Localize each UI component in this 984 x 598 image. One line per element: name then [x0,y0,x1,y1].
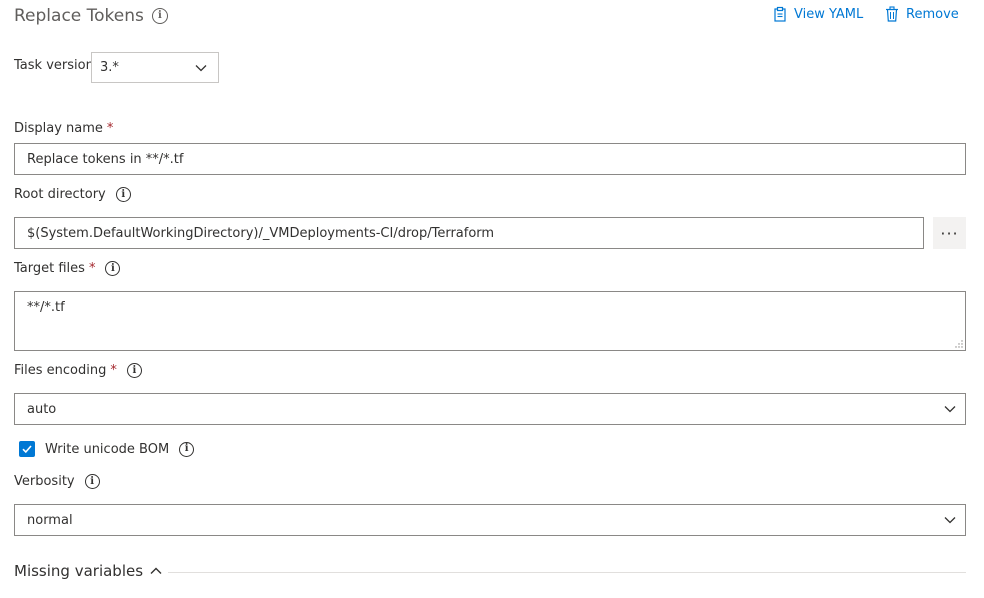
view-yaml-button[interactable]: View YAML [772,6,863,22]
remove-label: Remove [906,6,959,22]
task-title: Replace Tokens [14,6,144,26]
target-files-textarea[interactable]: **/*.tf [14,291,966,351]
section-divider [168,572,966,573]
display-name-value: Replace tokens in **/*.tf [27,151,184,167]
task-version-label: Task version [14,58,94,73]
required-marker: * [88,261,96,276]
display-name-input[interactable]: Replace tokens in **/*.tf [14,143,966,175]
task-version-value: 3.* [100,60,119,75]
info-icon[interactable]: i [105,261,121,276]
info-icon[interactable]: i [179,441,195,457]
write-bom-label: Write unicode BOM [45,441,170,457]
files-encoding-value: auto [27,401,57,417]
required-marker: * [110,363,117,378]
chevron-down-icon [195,64,207,71]
chevron-down-icon [944,517,956,524]
view-yaml-label: View YAML [794,6,864,22]
checkmark-icon [22,445,32,454]
root-directory-input[interactable]: $(System.DefaultWorkingDirectory)/_VMDep… [14,217,924,249]
verbosity-select[interactable]: normal [14,504,966,536]
task-version-select[interactable]: 3.* [91,52,219,83]
chevron-down-icon [944,406,956,413]
root-directory-value: $(System.DefaultWorkingDirectory)/_VMDep… [27,225,495,241]
info-icon[interactable]: i [84,474,100,489]
resize-handle-icon[interactable] [955,340,963,348]
root-directory-label: Root directory i [14,187,131,202]
display-name-label: Display name * [14,121,114,136]
write-bom-checkbox[interactable] [19,441,35,457]
required-marker: * [106,121,114,136]
files-encoding-select[interactable]: auto [14,393,966,425]
chevron-up-icon [150,567,162,574]
missing-variables-toggle[interactable]: Missing variables [14,562,163,580]
remove-button[interactable]: Remove [884,6,959,22]
verbosity-label: Verbosity i [14,474,100,489]
browse-button[interactable]: ··· [933,217,966,249]
write-bom-row: Write unicode BOM i [19,441,195,457]
info-icon[interactable]: i [126,363,142,378]
page-title: Replace Tokens i [14,6,168,26]
clipboard-icon [774,6,786,22]
target-files-label: Target files * i [14,261,121,276]
trash-icon [886,6,898,22]
ellipsis-icon: ··· [940,223,959,243]
info-icon[interactable]: i [151,8,168,24]
target-files-value: **/*.tf [27,300,65,315]
verbosity-value: normal [27,512,73,528]
files-encoding-label: Files encoding * i [14,363,142,378]
missing-variables-label: Missing variables [14,562,144,580]
info-icon[interactable]: i [115,187,131,202]
